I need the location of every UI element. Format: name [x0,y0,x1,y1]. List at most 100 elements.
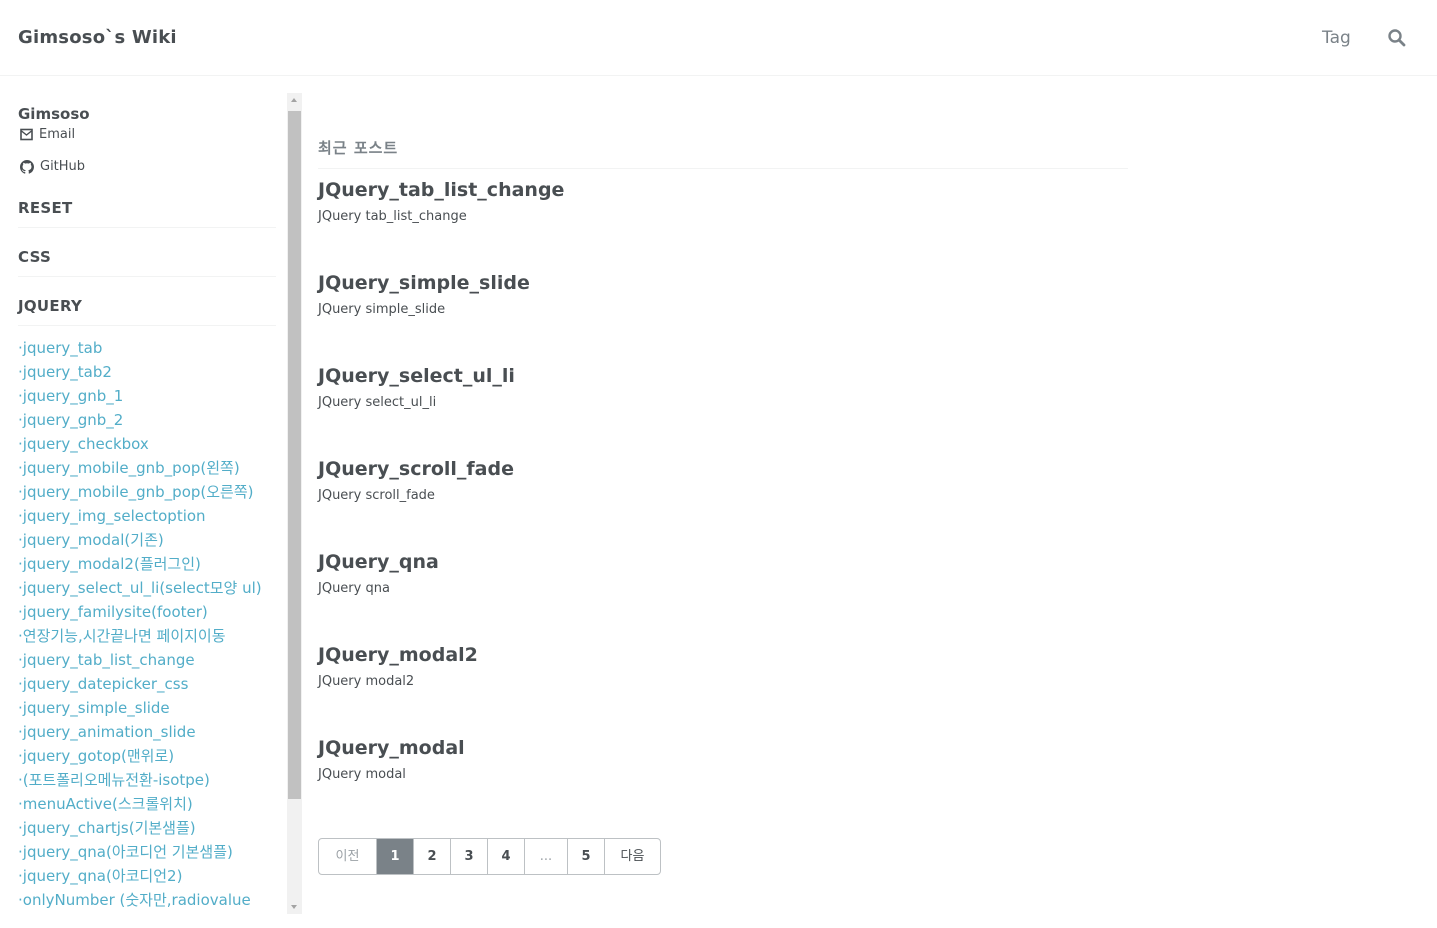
scroll-thumb[interactable] [288,111,301,799]
post-title-link[interactable]: JQuery_tab_list_change [318,179,1128,201]
sidebar-nav-item: jquery_tab_list_change [18,649,262,673]
sidebar-nav-link[interactable]: jquery_gnb_1 [18,387,123,405]
post-item: JQuery_scroll_fade JQuery scroll_fade [318,458,1128,503]
github-icon [20,159,34,174]
sidebar-nav-link[interactable]: jquery_familysite(footer) [18,603,208,621]
post-title-link[interactable]: JQuery_modal2 [318,644,1128,666]
sidebar-nav-link[interactable]: jquery_checkbox [18,435,149,453]
post-item: JQuery_tab_list_change JQuery tab_list_ch… [318,179,1128,224]
search-button[interactable] [1386,27,1408,49]
scroll-down-arrow-icon[interactable] [287,899,302,914]
sidebar-nav-item: jquery_gnb_1 [18,385,262,409]
envelope-icon [20,128,33,141]
post-excerpt: JQuery qna [318,581,390,596]
search-icon [1388,29,1406,47]
post-title-link[interactable]: JQuery_qna [318,551,1128,573]
sidebar-nav-link[interactable]: (포트폴리오메뉴전환-isotpe) [18,771,210,789]
pagination-page-2[interactable]: 2 [413,839,450,874]
sidebar-nav-link[interactable]: jquery_tab [18,339,102,357]
post-title-link[interactable]: JQuery_simple_slide [318,272,1128,294]
pagination-page-3[interactable]: 3 [450,839,487,874]
pagination-page-4[interactable]: 4 [487,839,524,874]
post-excerpt: JQuery scroll_fade [318,488,435,503]
sidebar-nav-item: jquery_gnb_2 [18,409,262,433]
sidebar-nav-item: jquery_modal(기존) [18,529,262,553]
post-excerpt: JQuery simple_slide [318,302,446,317]
sidebar-nav-link[interactable]: jquery_gnb_2 [18,411,123,429]
post-item: JQuery_modal JQuery modal [318,737,1128,782]
sidebar-nav-item: jquery_checkbox [18,433,262,457]
sidebar-nav-item: jquery_gotop(맨위로) [18,745,262,769]
sidebar-nav-link[interactable]: jquery_datepicker_css [18,675,188,693]
sidebar-nav-link[interactable]: jquery_gotop(맨위로) [18,747,174,765]
pagination-prev-button[interactable]: 이전 [319,839,376,874]
pagination-ellipsis: ... [524,839,567,874]
post-title-link[interactable]: JQuery_scroll_fade [318,458,1128,480]
sidebar-nav-link[interactable]: menuActive(스크롤위치) [18,795,193,813]
sidebar-scrollbar[interactable] [287,93,302,914]
pagination-next-button[interactable]: 다음 [604,839,660,874]
email-link[interactable]: Email [20,127,75,142]
sidebar-nav-item: jquery_mobile_gnb_pop(오른쪽) [18,481,262,505]
sidebar-nav-link[interactable]: jquery_modal2(플러그인) [18,555,201,573]
sidebar-nav-item: (포트폴리오메뉴전환-isotpe) [18,769,262,793]
sidebar-nav-link[interactable]: jquery_img_selectoption [18,507,206,525]
masthead: Gimsoso`s Wiki Tag [0,0,1437,76]
sidebar-nav-link[interactable]: jquery_tab2 [18,363,112,381]
pagination-page-1[interactable]: 1 [376,839,413,874]
sidebar-nav-link[interactable]: jquery_qna(아코디언 기본샘플) [18,843,233,861]
sidebar-nav-item: menuActive(스크롤위치) [18,793,262,817]
post-title-link[interactable]: JQuery_modal [318,737,1128,759]
sidebar-nav-link[interactable]: onlyNumber (숫자만,radiovalue [18,891,251,909]
sidebar-nav-link[interactable]: jquery_chartjs(기본샘플) [18,819,196,837]
sidebar-nav-link[interactable]: jquery_tab_list_change [18,651,195,669]
sidebar-nav-link[interactable]: jquery_mobile_gnb_pop(오른쪽) [18,483,254,501]
post-item: JQuery_simple_slide JQuery simple_slide [318,272,1128,317]
sidebar-nav-item: jquery_tab [18,337,262,361]
author-name: Gimsoso [18,105,90,123]
sidebar-nav-item: jquery_select_ul_li(select모양 ul) [18,577,262,601]
sidebar-nav-link[interactable]: jquery_modal(기존) [18,531,164,549]
sidebar-nav-link[interactable]: jquery_animation_slide [18,723,196,741]
pagination: 이전 1 2 3 4 ... 5 다음 [318,838,661,875]
sidebar-nav-item: jquery_qna(아코디언 기본샘플) [18,841,262,865]
sidebar-nav-item: jquery_simple_slide [18,697,262,721]
sidebar-nav-item: jquery_animation_slide [18,721,262,745]
post-item: JQuery_select_ul_li JQuery select_ul_li [318,365,1128,410]
sidebar-nav-link[interactable]: jquery_select_ul_li(select모양 ul) [18,579,262,597]
jquery-nav-list: jquery_tab jquery_tab2 jquery_gnb_1 jquery_… [18,337,262,913]
post-excerpt: JQuery tab_list_change [318,209,467,224]
sidebar-nav-item: jquery_img_selectoption [18,505,262,529]
post-excerpt: JQuery modal [318,767,406,782]
post-excerpt: JQuery select_ul_li [318,395,437,410]
archive-subtitle: 최근 포스트 [318,137,1128,169]
sidebar-nav-item: jquery_familysite(footer) [18,601,262,625]
pagination-page-5[interactable]: 5 [567,839,604,874]
sidebar: Gimsoso Email GitHub RESET CSS JQUERY jq… [0,93,303,914]
sidebar-nav-item: jquery_modal2(플러그인) [18,553,262,577]
github-link[interactable]: GitHub [20,159,85,174]
post-item: JQuery_modal2 JQuery modal2 [318,644,1128,689]
nav-section-jquery[interactable]: JQUERY [18,297,276,326]
sidebar-nav-link[interactable]: jquery_qna(아코디언2) [18,867,182,885]
sidebar-nav-item: jquery_qna(아코디언2) [18,865,262,889]
nav-section-reset[interactable]: RESET [18,199,276,228]
nav-section-css[interactable]: CSS [18,248,276,277]
sidebar-nav-link[interactable]: 연장기능,시간끝나면 페이지이동 [18,627,226,645]
scroll-up-arrow-icon[interactable] [287,93,302,108]
post-excerpt: JQuery modal2 [318,674,415,689]
email-label: Email [39,127,76,142]
sidebar-nav-item: jquery_datepicker_css [18,673,262,697]
github-label: GitHub [40,159,86,174]
sidebar-nav-item: jquery_chartjs(기본샘플) [18,817,262,841]
nav-tag-link[interactable]: Tag [1322,28,1351,48]
sidebar-nav-item: onlyNumber (숫자만,radiovalue [18,889,262,913]
sidebar-nav-link[interactable]: jquery_simple_slide [18,699,170,717]
sidebar-nav-link[interactable]: jquery_mobile_gnb_pop(왼쪽) [18,459,240,477]
sidebar-nav-item: 연장기능,시간끝나면 페이지이동 [18,625,262,649]
sidebar-nav-item: jquery_tab2 [18,361,262,385]
post-item: JQuery_qna JQuery qna [318,551,1128,596]
post-title-link[interactable]: JQuery_select_ul_li [318,365,1128,387]
site-title[interactable]: Gimsoso`s Wiki [18,27,177,48]
sidebar-nav-item: jquery_mobile_gnb_pop(왼쪽) [18,457,262,481]
